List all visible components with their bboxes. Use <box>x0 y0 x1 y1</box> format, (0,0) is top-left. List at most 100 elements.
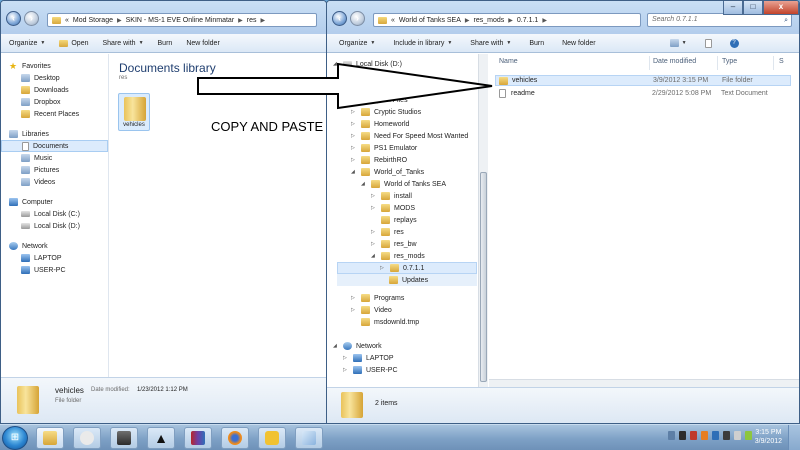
collapse-icon[interactable]: ◢ <box>333 61 339 67</box>
breadcrumb-segment[interactable]: SKIN - MS-1 EVE Online Minmatar <box>126 17 235 24</box>
address-overflow[interactable]: « <box>65 17 69 24</box>
tree-item[interactable]: ◢ Aldrin <box>341 70 382 82</box>
taskbar-app-firefox[interactable] <box>221 427 249 449</box>
tray-arrow-icon[interactable] <box>668 431 675 440</box>
expand-icon[interactable]: ▷ <box>343 367 349 373</box>
tree-item[interactable]: ◢ Network <box>333 340 382 352</box>
expand-icon[interactable]: ▷ <box>343 355 349 361</box>
start-button[interactable]: ⊞ <box>2 426 28 450</box>
collapse-icon[interactable]: ◢ <box>341 97 347 103</box>
expand-icon[interactable]: ▷ <box>351 295 357 301</box>
column-divider[interactable] <box>717 56 718 70</box>
tree-item[interactable]: Updates <box>337 274 477 286</box>
forward-button[interactable]: › <box>24 11 39 26</box>
nav-item-dropbox[interactable]: Dropbox <box>1 96 108 108</box>
column-date-modified[interactable]: Date modified <box>653 58 696 65</box>
taskbar-app-alien[interactable] <box>73 427 101 449</box>
tree-item[interactable]: ◢ World_of_Tanks <box>351 166 424 178</box>
tree-item[interactable]: ▷ RebirthRO <box>351 154 407 166</box>
column-divider[interactable] <box>773 56 774 70</box>
nav-item-documents[interactable]: Documents <box>1 140 108 152</box>
vehicles-folder-item[interactable]: vehicles <box>118 93 150 131</box>
view-options-button[interactable]: ▼ <box>669 39 687 47</box>
tree-item[interactable]: ▷ USER-PC <box>343 364 398 376</box>
column-name[interactable]: Name <box>499 58 518 65</box>
expand-icon[interactable]: ▷ <box>351 307 357 313</box>
taskbar-app-garena[interactable] <box>258 427 286 449</box>
minimize-button[interactable]: – <box>723 1 743 15</box>
help-button[interactable]: ? <box>729 38 739 48</box>
expand-icon[interactable]: ▷ <box>351 121 357 127</box>
taskbar-app-paint[interactable] <box>295 427 323 449</box>
expand-icon[interactable]: ▷ <box>371 241 377 247</box>
include-in-library-button[interactable]: Include in library ▼ <box>393 40 452 47</box>
nav-item-downloads[interactable]: Downloads <box>1 84 108 96</box>
nav-item-music[interactable]: Music <box>1 152 108 164</box>
tree-item[interactable]: ▷ install <box>371 190 412 202</box>
share-with-button[interactable]: Share with ▼ <box>470 40 511 47</box>
network-tray-icon[interactable] <box>723 431 730 440</box>
tray-app-icon[interactable] <box>690 431 697 440</box>
open-button[interactable]: Open <box>59 39 88 47</box>
close-button[interactable]: x <box>763 1 799 15</box>
expand-icon[interactable]: ▷ <box>371 193 377 199</box>
tree-item[interactable]: ▷ Homeworld <box>351 118 409 130</box>
share-with-button[interactable]: Share with ▼ <box>102 40 143 47</box>
horizontal-scrollbar[interactable] <box>489 379 799 387</box>
burn-button[interactable]: Burn <box>158 40 173 47</box>
search-icon[interactable]: ⌕ <box>784 15 788 27</box>
tree-item[interactable]: Pictures <box>351 82 399 94</box>
nav-item-recent-places[interactable]: Recent Places <box>1 108 108 120</box>
breadcrumb-segment[interactable]: res <box>247 17 257 24</box>
expand-icon[interactable]: ▷ <box>380 265 386 271</box>
burn-button[interactable]: Burn <box>529 40 544 47</box>
tree-item[interactable]: ▷ PS1 Emulator <box>351 142 417 154</box>
nav-item-local-disk-d[interactable]: Local Disk (D:) <box>1 220 108 232</box>
taskbar-app-winrar[interactable] <box>184 427 212 449</box>
breadcrumb-segment[interactable]: Mod Storage <box>73 17 113 24</box>
navigation-pane[interactable]: ★ Favorites Desktop Downloads Dropbox Rec… <box>1 54 109 377</box>
new-folder-button[interactable]: New folder <box>186 40 219 47</box>
chevron-right-icon[interactable]: ▶ <box>238 17 243 24</box>
nav-item-user-pc[interactable]: USER-PC <box>1 264 108 276</box>
chevron-right-icon[interactable]: ▶ <box>117 17 122 24</box>
nav-network[interactable]: Network <box>1 240 108 252</box>
tree-item[interactable]: ▷ res_bw <box>371 238 417 250</box>
tray-app-icon[interactable] <box>701 431 708 440</box>
tree-item[interactable]: ▷ Video <box>351 304 392 316</box>
nav-item-pictures[interactable]: Pictures <box>1 164 108 176</box>
expand-icon[interactable]: ▷ <box>351 145 357 151</box>
battery-icon[interactable] <box>745 431 752 440</box>
collapse-icon[interactable]: ◢ <box>341 73 347 79</box>
volume-icon[interactable] <box>734 431 741 440</box>
nav-computer[interactable]: Computer <box>1 196 108 208</box>
chevron-right-icon[interactable]: ▶ <box>542 17 547 24</box>
taskbar-app-arrow[interactable]: ▲ <box>147 427 175 449</box>
explorer-window-right[interactable]: ‹ › « World of Tanks SEA ▶ res_mods ▶ 0.… <box>326 0 800 424</box>
collapse-icon[interactable]: ◢ <box>351 169 357 175</box>
explorer-window-left[interactable]: ‹ › « Mod Storage ▶ SKIN - MS-1 EVE Onli… <box>0 0 327 424</box>
file-row[interactable]: vehicles 3/9/2012 3:15 PM File folder <box>495 75 791 86</box>
nav-item-videos[interactable]: Videos <box>1 176 108 188</box>
bluetooth-icon[interactable] <box>679 431 686 440</box>
nav-item-desktop[interactable]: Desktop <box>1 72 108 84</box>
folder-tree[interactable]: ◢ Local Disk (D:) ◢ Aldrin Pictures ◢ Progr… <box>327 54 487 387</box>
tree-item[interactable]: ◢ Local Disk (D:) <box>333 58 402 70</box>
breadcrumb-segment[interactable]: res_mods <box>474 17 505 24</box>
tree-item[interactable]: ▷ Programs <box>351 292 404 304</box>
collapse-icon[interactable]: ◢ <box>371 253 377 259</box>
chevron-right-icon[interactable]: ▶ <box>261 17 266 24</box>
expand-icon[interactable]: ▷ <box>371 229 377 235</box>
column-size[interactable]: S <box>779 58 784 65</box>
tree-item[interactable]: ◢ World of Tanks SEA <box>361 178 446 190</box>
nav-item-local-disk-c[interactable]: Local Disk (C:) <box>1 208 108 220</box>
dropbox-tray-icon[interactable] <box>712 431 719 440</box>
taskbar-explorer[interactable] <box>36 427 64 449</box>
tree-item[interactable]: msdownld.tmp <box>351 316 419 328</box>
maximize-button[interactable]: □ <box>743 1 763 15</box>
tree-item[interactable]: ▷ LAPTOP <box>343 352 394 364</box>
address-bar[interactable]: « World of Tanks SEA ▶ res_mods ▶ 0.7.1.… <box>373 13 641 27</box>
new-folder-button[interactable]: New folder <box>562 40 595 47</box>
clock[interactable]: 3:15 PM 3/9/2012 <box>755 428 782 446</box>
address-bar[interactable]: « Mod Storage ▶ SKIN - MS-1 EVE Online M… <box>47 13 317 27</box>
